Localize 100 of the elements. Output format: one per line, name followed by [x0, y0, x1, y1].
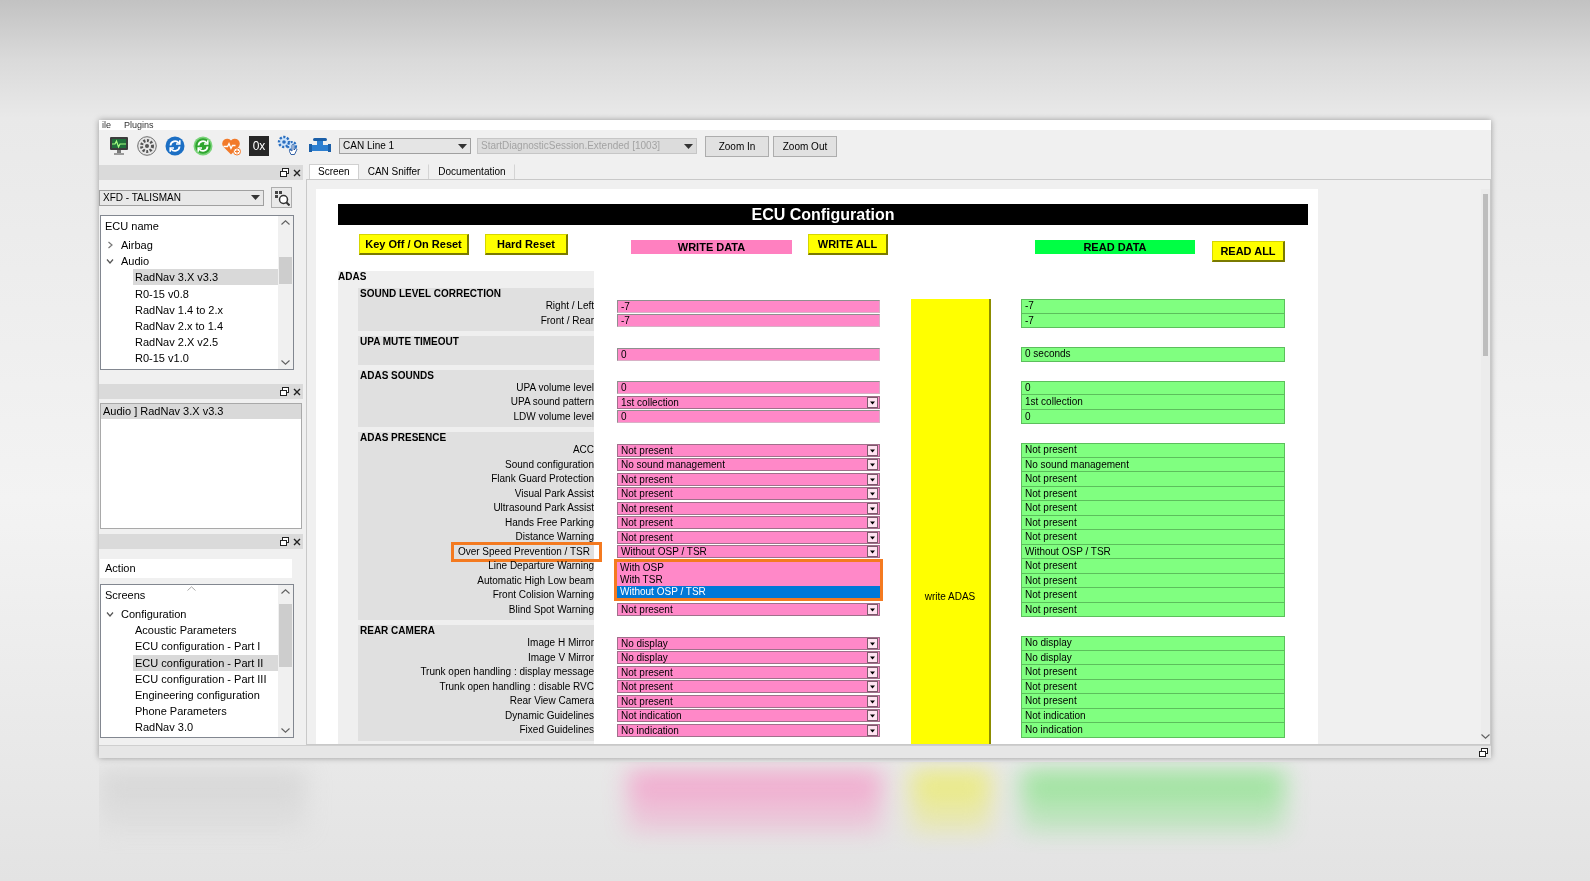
float-icon[interactable]: [280, 168, 289, 177]
caret-icon[interactable]: [867, 546, 878, 558]
tree-item[interactable]: R0-15 v1.0: [133, 350, 278, 367]
monitor-icon[interactable]: [109, 136, 129, 156]
tree-item[interactable]: ECU configuration - Part III: [133, 670, 278, 687]
dropdown-field[interactable]: Not present: [617, 487, 880, 501]
dropdown-field[interactable]: Not present: [617, 516, 880, 530]
scrollbar-track[interactable]: [278, 585, 293, 737]
sync-icon[interactable]: [193, 136, 213, 156]
dropdown-field[interactable]: Not present: [617, 443, 880, 457]
caret-icon[interactable]: [867, 637, 878, 649]
caret-icon[interactable]: [867, 488, 878, 500]
dropdown-field[interactable]: Not present: [617, 501, 880, 515]
input-field[interactable]: -7: [617, 299, 880, 313]
refresh-icon[interactable]: [165, 136, 185, 156]
input-field[interactable]: 0: [617, 410, 880, 424]
caret-icon[interactable]: [867, 681, 878, 693]
close-icon[interactable]: [293, 537, 301, 546]
input-field[interactable]: 0: [617, 381, 880, 395]
caret-icon[interactable]: [867, 473, 878, 485]
caret-icon[interactable]: [867, 652, 878, 664]
tree-item[interactable]: Engineering configuration: [133, 687, 278, 704]
chevron-down-icon[interactable]: [106, 257, 114, 266]
dropdown-field[interactable]: 1st collection: [617, 395, 880, 409]
tree-item[interactable]: Acoustic Parameters: [133, 622, 278, 639]
close-icon[interactable]: [293, 387, 301, 396]
tree-item[interactable]: ECU configuration - Part I: [133, 638, 278, 655]
dropdown-field[interactable]: XFD - TALISMAN: [99, 189, 264, 206]
chevron-down-icon[interactable]: [106, 610, 114, 619]
dropdown-field[interactable]: No sound management: [617, 458, 880, 472]
scrollbar-thumb[interactable]: [279, 604, 292, 667]
dropdown-option[interactable]: With TSR: [617, 574, 880, 586]
dropdown-field[interactable]: Not present: [617, 603, 880, 617]
caret-icon[interactable]: [867, 459, 878, 471]
caret-icon[interactable]: [867, 710, 878, 722]
dropdown-field[interactable]: Not present: [617, 665, 880, 679]
dropdown-field[interactable]: CAN Line 1: [339, 138, 471, 154]
caret-icon[interactable]: [867, 695, 878, 707]
toolbar-button[interactable]: Zoom Out: [773, 135, 837, 157]
chevron-right-icon[interactable]: [106, 241, 114, 250]
dropdown-field[interactable]: Not present: [617, 472, 880, 486]
tree-item[interactable]: RadNav 3.X v3.3: [133, 269, 278, 286]
action-button[interactable]: WRITE ALL: [808, 234, 888, 255]
tree-item[interactable]: Audio: [119, 253, 278, 270]
scroll-up-icon[interactable]: [281, 589, 290, 594]
dropdown-field[interactable]: Not indication: [617, 709, 880, 723]
caret-icon[interactable]: [867, 604, 878, 616]
list-item[interactable]: Audio ] RadNav 3.X v3.3: [101, 404, 301, 419]
scrollbar-thumb[interactable]: [1483, 194, 1488, 356]
action-button[interactable]: Hard Reset: [485, 234, 568, 255]
tab[interactable]: Screen: [309, 164, 359, 179]
scroll-down-icon[interactable]: [1481, 734, 1490, 739]
tree-item[interactable]: RadNav 2.X v2.5: [133, 334, 278, 351]
input-field[interactable]: 0: [617, 347, 880, 361]
scroll-down-icon[interactable]: [281, 728, 290, 733]
scrollbar-thumb[interactable]: [279, 257, 292, 284]
caret-icon[interactable]: [867, 724, 878, 736]
caret-icon[interactable]: [867, 396, 878, 408]
caret-icon[interactable]: [867, 517, 878, 529]
tree-item[interactable]: RadNav 3.0: [133, 719, 278, 736]
scrollbar-track[interactable]: [278, 216, 293, 369]
toolbar-button[interactable]: Zoom In: [705, 135, 769, 157]
action-field[interactable]: Action: [100, 559, 292, 578]
dropdown-option[interactable]: With OSP: [617, 562, 880, 574]
heart-pulse-icon[interactable]: [221, 136, 241, 156]
column-header[interactable]: Screens: [105, 587, 146, 604]
tree-item[interactable]: Airbag: [119, 237, 278, 254]
close-icon[interactable]: [293, 168, 301, 177]
dropdown-field[interactable]: Not present: [617, 694, 880, 708]
tree-item[interactable]: R0-15 v0.8: [133, 285, 278, 302]
dropdown-field[interactable]: Without OSP / TSR: [617, 545, 880, 559]
tree-item[interactable]: RadNav 2.x to 1.4: [133, 318, 278, 335]
write-group-button[interactable]: write ADAS: [911, 299, 991, 744]
action-button[interactable]: Key Off / On Reset: [359, 234, 469, 255]
tree-item[interactable]: ECU configuration - Part II: [133, 654, 278, 671]
dropdown-field[interactable]: Not present: [617, 680, 880, 694]
dropdown-field[interactable]: No display: [617, 636, 880, 650]
caret-icon[interactable]: [867, 531, 878, 543]
scrollbar-track[interactable]: [1481, 189, 1490, 742]
dropdown-field[interactable]: No display: [617, 651, 880, 665]
float-icon[interactable]: [1479, 747, 1488, 757]
hex-button[interactable]: 0x: [249, 136, 269, 156]
float-icon[interactable]: [280, 537, 289, 546]
search-button[interactable]: [271, 187, 292, 208]
caret-icon[interactable]: [867, 444, 878, 456]
menu-item[interactable]: ile: [102, 120, 111, 130]
caret-icon[interactable]: [867, 502, 878, 514]
input-field[interactable]: -7: [617, 314, 880, 328]
column-header[interactable]: ECU name: [105, 218, 159, 235]
caret-icon[interactable]: [867, 666, 878, 678]
float-icon[interactable]: [280, 387, 289, 396]
dropdown-list[interactable]: With OSP With TSR Without OSP / TSR: [614, 559, 883, 601]
dropdown-field[interactable]: Not present: [617, 530, 880, 544]
tree-item[interactable]: RadNav 1.4 to 2.x: [133, 301, 278, 318]
dropdown-field[interactable]: No indication: [617, 723, 880, 737]
scroll-down-icon[interactable]: [281, 360, 290, 365]
dropdown-option[interactable]: Without OSP / TSR: [617, 586, 880, 598]
scroll-up-icon[interactable]: [281, 220, 290, 225]
tree-item[interactable]: Phone Parameters: [133, 703, 278, 720]
menu-item[interactable]: Plugins: [124, 120, 154, 130]
